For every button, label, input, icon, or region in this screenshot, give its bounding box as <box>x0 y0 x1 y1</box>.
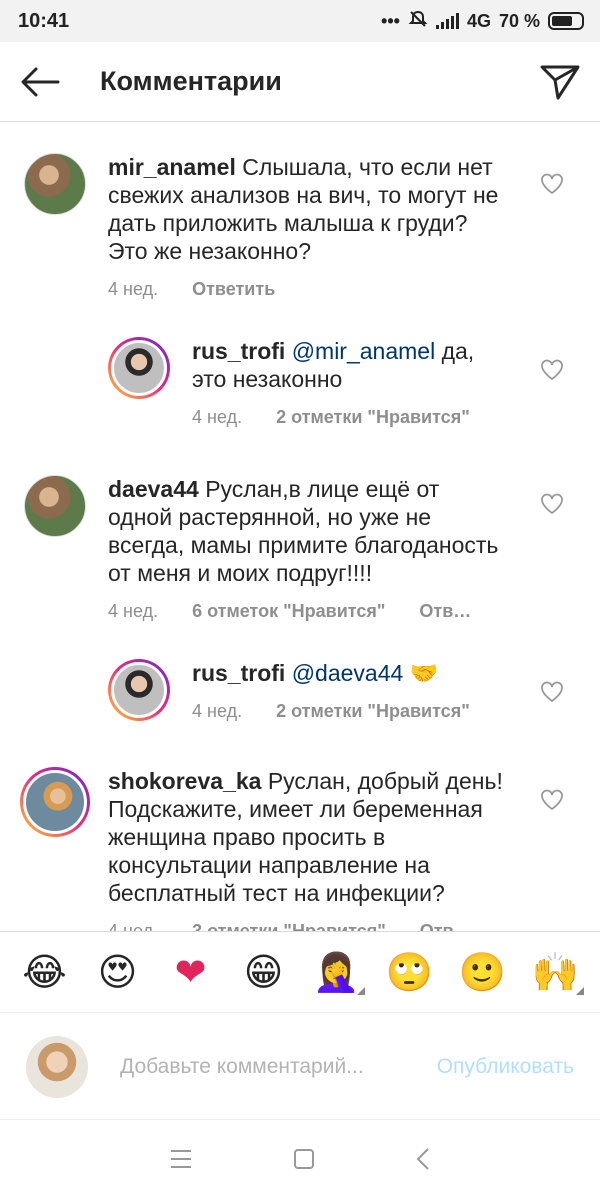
network-type: 4G <box>466 10 491 31</box>
eye-roll-emoji-button[interactable]: 🙄 <box>380 953 440 991</box>
battery-icon <box>548 12 584 30</box>
comment-time: 4 нед. <box>108 601 159 621</box>
back-button[interactable] <box>0 42 80 122</box>
comment-item: shokoreva_ka Руслан, добрый день! Подска… <box>20 767 530 931</box>
slight-smile-emoji-button[interactable]: 🙂 <box>453 953 513 991</box>
page-title: Комментарии <box>100 66 282 96</box>
comments-list: mir_anamel Слышала, что если нет свежих … <box>0 123 600 931</box>
status-time: 10:41 <box>18 9 70 32</box>
mention-link[interactable]: @daeva44 <box>292 660 404 686</box>
comment-time: 4 нед. <box>192 701 243 721</box>
comment-meta: 4 нед. 3 отметки "Нравится" Отв… <box>108 921 508 931</box>
raised-hands-glyph: 🙌 <box>531 950 580 994</box>
comment-text: mir_anamel Слышала, что если нет свежих … <box>108 153 508 265</box>
handshake-emoji: 🤝 <box>409 660 439 686</box>
home-icon[interactable] <box>293 1148 315 1170</box>
comment-time: 4 нед. <box>108 921 159 931</box>
back-nav-icon[interactable] <box>415 1147 431 1171</box>
comment-username[interactable]: rus_trofi <box>192 660 285 686</box>
likes-count[interactable]: 2 отметки "Нравится" <box>276 701 470 722</box>
comment-time: 4 нед. <box>192 407 243 427</box>
comment-item: daeva44 Руслан,в лице ещё от одной расте… <box>24 475 524 622</box>
comment-username[interactable]: rus_trofi <box>192 338 285 364</box>
battery-percent: 70 % <box>498 10 540 31</box>
system-nav-bar <box>0 1120 600 1198</box>
signal-icon <box>435 13 459 29</box>
comment-text: shokoreva_ka Руслан, добрый день! Подска… <box>108 767 508 907</box>
reply-button[interactable]: Ответить <box>192 279 275 300</box>
comment-text: daeva44 Руслан,в лице ещё от одной расте… <box>108 475 508 587</box>
menu-icon[interactable] <box>169 1148 193 1170</box>
likes-count[interactable]: 3 отметки "Нравится" <box>192 921 386 931</box>
likes-count[interactable]: 2 отметки "Нравится" <box>276 407 470 428</box>
heart-outline-icon[interactable] <box>540 173 564 195</box>
tears-of-joy-emoji-button[interactable]: 😂 <box>15 953 75 991</box>
comment-username[interactable]: mir_anamel <box>108 154 236 180</box>
status-icons: ••• 4G 70 % <box>381 9 584 34</box>
comment-meta: 4 нед. 2 отметки "Нравится" <box>192 407 512 428</box>
comment-item: rus_trofi @daeva44 🤝 4 нед. 2 отметки "Н… <box>108 659 528 722</box>
more-dots-icon: ••• <box>381 10 400 31</box>
paper-plane-icon <box>540 65 580 99</box>
comment-input-bar: Добавьте комментарий... Опубликовать <box>0 1014 600 1120</box>
heart-outline-icon[interactable] <box>540 681 564 703</box>
comment-time: 4 нед. <box>108 279 159 299</box>
direct-send-button[interactable] <box>520 42 600 122</box>
facepalm-glyph: 🤦‍♀️ <box>312 950 361 994</box>
comment-input[interactable]: Добавьте комментарий... <box>120 1053 390 1081</box>
mute-bell-icon <box>408 9 428 34</box>
arrow-left-icon <box>21 67 60 96</box>
facepalm-emoji-button[interactable]: 🤦‍♀️ <box>307 950 367 995</box>
reply-button[interactable]: Отв… <box>420 921 472 931</box>
avatar[interactable] <box>20 767 90 837</box>
mention-link[interactable]: @mir_anamel <box>292 338 436 364</box>
reply-button[interactable]: Отв… <box>419 601 471 622</box>
heart-outline-icon[interactable] <box>540 789 564 811</box>
comment-meta: 4 нед. Ответить <box>108 279 508 300</box>
comment-item: mir_anamel Слышала, что если нет свежих … <box>24 153 524 300</box>
avatar[interactable] <box>108 337 170 399</box>
avatar[interactable] <box>24 475 86 537</box>
variant-indicator-icon <box>575 987 584 995</box>
comment-username[interactable]: daeva44 <box>108 476 199 502</box>
header: Комментарии <box>0 42 600 122</box>
grinning-emoji-button[interactable]: 😁 <box>234 953 294 991</box>
comment-item: rus_trofi @mir_anamel да, это незаконно … <box>108 337 528 428</box>
avatar[interactable] <box>24 153 86 215</box>
heart-eyes-emoji-button[interactable]: 😍 <box>88 953 148 991</box>
avatar[interactable] <box>108 659 170 721</box>
heart-outline-icon[interactable] <box>540 359 564 381</box>
red-heart-emoji-button[interactable]: ❤ <box>161 953 221 991</box>
emoji-quick-bar: 😂 😍 ❤ 😁 🤦‍♀️ 🙄 🙂 🙌 <box>0 931 600 1013</box>
likes-count[interactable]: 6 отметок "Нравится" <box>192 601 385 622</box>
comment-text: rus_trofi @daeva44 🤝 <box>192 659 512 687</box>
comment-meta: 4 нед. 2 отметки "Нравится" <box>192 701 512 722</box>
comment-text: rus_trofi @mir_anamel да, это незаконно <box>192 337 512 393</box>
comment-meta: 4 нед. 6 отметок "Нравится" Отв… <box>108 601 508 622</box>
status-bar: 10:41 ••• 4G 70 % <box>0 0 600 42</box>
publish-button[interactable]: Опубликовать <box>437 1055 574 1079</box>
own-avatar <box>26 1035 88 1098</box>
comment-username[interactable]: shokoreva_ka <box>108 768 261 794</box>
raised-hands-emoji-button[interactable]: 🙌 <box>526 950 586 995</box>
heart-outline-icon[interactable] <box>540 493 564 515</box>
variant-indicator-icon <box>356 987 365 995</box>
